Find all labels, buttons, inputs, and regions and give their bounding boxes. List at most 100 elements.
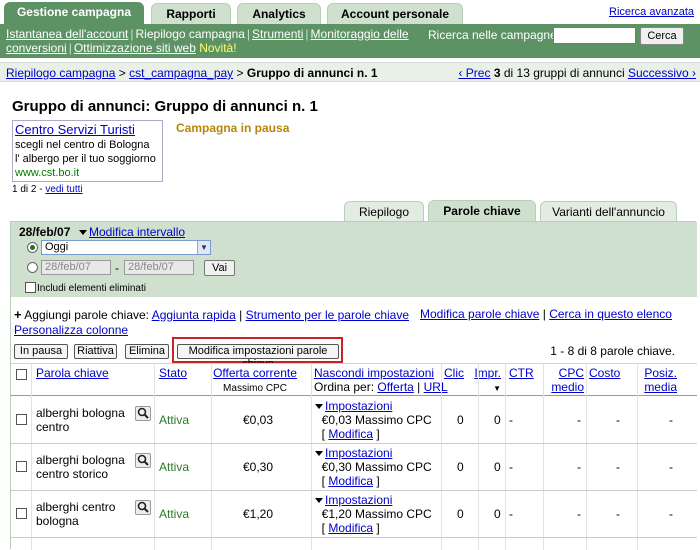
settings-cell: Impostazioni €0,30 Massimo CPC [ Modific… (315, 446, 432, 488)
status-text: Attiva (159, 413, 190, 427)
magnifier-icon[interactable] (135, 406, 151, 421)
ad-line-2: l' albergo per il tuo soggiorno (15, 153, 156, 165)
nav-website-optimizer[interactable]: Ottimizzazione siti web (74, 41, 196, 55)
customize-columns-link[interactable]: Personalizza colonne (14, 323, 128, 337)
table-row: alberghi centro bologna Attiva €1,20 Impo… (11, 491, 697, 538)
date-from-input[interactable]: 28/feb/07 (41, 260, 111, 275)
col-position[interactable]: Posiz. media (641, 366, 677, 394)
keyword-count: 1 - 8 di 8 parole chiave. (550, 344, 675, 358)
nav-account-snapshot[interactable]: Istantanea dell'account (6, 27, 128, 41)
row-checkbox[interactable] (16, 414, 27, 425)
resume-button[interactable]: Riattiva (74, 344, 117, 359)
chevron-down-icon: ▼ (197, 241, 210, 254)
col-clicks[interactable]: Clic (444, 366, 464, 380)
cpc-value: - (577, 507, 581, 521)
magnifier-icon[interactable] (135, 500, 151, 515)
collapse-triangle-icon (315, 404, 323, 410)
go-button[interactable]: Vai (204, 260, 235, 276)
tab-parole-chiave[interactable]: Parole chiave (428, 200, 536, 221)
cpc-value: - (577, 413, 581, 427)
table-row: alberghi bologna centro storico Attiva €0… (11, 444, 697, 491)
bid-value: €0,03 (243, 413, 274, 427)
tab-riepilogo[interactable]: Riepilogo (344, 201, 424, 221)
ctr-value: - (509, 413, 513, 427)
status-text: Attiva (159, 507, 190, 521)
delete-button[interactable]: Elimina (125, 344, 169, 359)
impr-value: 0 (494, 507, 501, 521)
col-status[interactable]: Stato (159, 366, 187, 380)
add-keywords: + Aggiungi parole chiave: Aggiunta rapid… (14, 307, 410, 322)
include-deleted-checkbox[interactable] (25, 282, 36, 293)
col-settings: Nascondi impostazioni Ordina per: Offert… (314, 366, 448, 394)
date-range-select[interactable]: Oggi ▼ (41, 240, 211, 255)
position-value: - (669, 460, 673, 474)
campaign-status: Campagna in pausa (176, 121, 290, 135)
date-to-input[interactable]: 28/feb/07 (124, 260, 194, 275)
keywords-panel: 28/feb/07 Modifica intervallo Oggi ▼ 28/… (10, 221, 697, 550)
tab-gestione-campagna[interactable]: Gestione campagna (4, 2, 144, 24)
impr-value: 0 (494, 460, 501, 474)
radio-custom-range[interactable] (27, 262, 38, 273)
radio-preset-range[interactable] (27, 242, 38, 253)
col-cost[interactable]: Costo (589, 366, 620, 380)
search-button[interactable]: Cerca (640, 27, 684, 45)
pager-position: 3 (493, 66, 501, 80)
page-title: Gruppo di annunci: Gruppo di annunci n. … (12, 98, 318, 115)
magnifier-icon[interactable] (135, 453, 151, 468)
nav-tools[interactable]: Strumenti (252, 27, 303, 41)
order-by-url[interactable]: URL (424, 380, 448, 394)
position-value: - (669, 507, 673, 521)
sort-desc-icon: ▼ (493, 384, 501, 393)
cost-value: - (616, 413, 620, 427)
ad-display-url: www.cst.bo.it (15, 167, 80, 179)
edit-keywords-link[interactable]: Modifica parole chiave (420, 307, 539, 321)
top-tab-bar: Gestione campagna Rapporti Analytics Acc… (0, 0, 700, 24)
col-impr: Impr. ▼ (474, 366, 501, 393)
breadcrumb-campaign-summary[interactable]: Riepilogo campagna (6, 66, 115, 80)
campaign-search-input[interactable] (553, 27, 636, 44)
edit-keyword-settings-button[interactable]: Modifica impostazioni parole chiave (177, 344, 339, 370)
cost-value: - (616, 460, 620, 474)
search-list-link[interactable]: Cerca in questo elenco (549, 307, 672, 321)
modify-bid-link[interactable]: Modifica (328, 474, 373, 488)
pause-button[interactable]: In pausa (14, 344, 68, 359)
ad-headline[interactable]: Centro Servizi Turisti (15, 122, 160, 138)
keyword-text: alberghi bologna centro (36, 406, 125, 434)
nav-campaign-summary[interactable]: Riepilogo campagna (136, 27, 245, 41)
cpc-value: - (577, 460, 581, 474)
campaign-search-label: Ricerca nelle campagne: (428, 28, 561, 42)
tab-varianti-annuncio[interactable]: Varianti dell'annuncio (540, 201, 677, 221)
date-range-bar: 28/feb/07 Modifica intervallo Oggi ▼ 28/… (11, 222, 697, 297)
col-keyword[interactable]: Parola chiave (36, 366, 109, 380)
select-all-checkbox[interactable] (16, 369, 27, 380)
keyword-text: alberghi centro bologna (36, 500, 116, 528)
collapse-triangle-icon (315, 498, 323, 504)
order-by-offer[interactable]: Offerta (377, 380, 413, 394)
include-deleted-label: Includi elementi eliminati (37, 283, 146, 294)
breadcrumb: Riepilogo campagna > cst_campagna_pay > … (6, 66, 378, 80)
tab-account-personale[interactable]: Account personale (327, 3, 463, 24)
col-ctr[interactable]: CTR (509, 366, 534, 380)
next-link[interactable]: Successivo › (628, 66, 696, 80)
quick-add-link[interactable]: Aggiunta rapida (152, 308, 236, 322)
list-actions: Modifica parole chiave | Cerca in questo… (420, 307, 672, 321)
settings-cell: Impostazioni €0,03 Massimo CPC [ Modific… (315, 399, 432, 441)
advanced-search-link[interactable]: Ricerca avanzata (609, 6, 694, 18)
modify-interval[interactable]: Modifica intervallo (79, 225, 185, 239)
modify-bid-link[interactable]: Modifica (328, 427, 373, 441)
breadcrumb-campaign[interactable]: cst_campagna_pay (129, 66, 233, 80)
ad-preview: Centro Servizi Turisti scegli nel centro… (12, 120, 163, 182)
ctr-value: - (509, 507, 513, 521)
row-checkbox[interactable] (16, 508, 27, 519)
col-cpc[interactable]: CPC medio (546, 366, 584, 394)
collapse-triangle-icon (315, 451, 323, 457)
row-checkbox[interactable] (16, 461, 27, 472)
prev-link[interactable]: ‹ Prec (458, 66, 490, 80)
modify-bid-link[interactable]: Modifica (328, 521, 373, 535)
bid-value: €0,30 (243, 460, 274, 474)
col-bid: Offerta corrente Massimo CPC (213, 366, 297, 394)
tab-rapporti[interactable]: Rapporti (151, 3, 231, 24)
tab-analytics[interactable]: Analytics (237, 3, 321, 24)
keyword-tool-link[interactable]: Strumento per le parole chiave (246, 308, 409, 322)
view-all-ads-link[interactable]: vedi tutti (45, 184, 82, 195)
